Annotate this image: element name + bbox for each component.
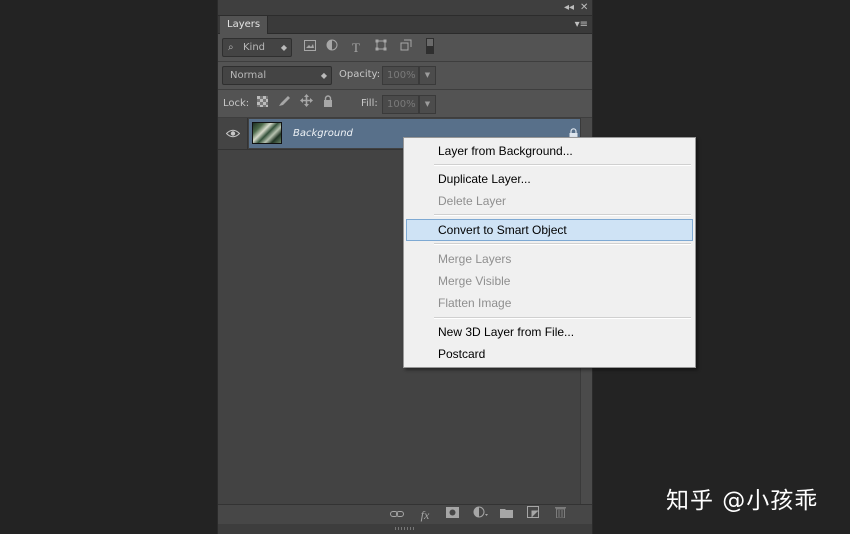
fill-slider-button[interactable]: ▼ <box>419 95 436 114</box>
menu-item-layer-from-background[interactable]: Layer from Background... <box>406 140 693 162</box>
image-filter-icon[interactable] <box>302 38 318 57</box>
panel-title-strip: ◂◂ ✕ <box>218 0 592 16</box>
trash-icon[interactable] <box>552 506 568 524</box>
watermark: 知乎 @小孩乖 <box>666 488 819 514</box>
fx-icon[interactable]: fx <box>417 506 433 524</box>
menu-item-flatten-image[interactable]: Flatten Image <box>406 292 693 314</box>
link-layers-icon[interactable] <box>389 506 405 524</box>
menu-item-new-3d-layer-from-file[interactable]: New 3D Layer from File... <box>406 321 693 343</box>
menu-item-duplicate-layer[interactable]: Duplicate Layer... <box>406 168 693 190</box>
opacity-label: Opacity: <box>339 69 381 80</box>
menu-item-convert-to-smart-object[interactable]: Convert to Smart Object <box>406 219 693 241</box>
layers-bottom-toolbar: fx <box>218 504 592 524</box>
filter-row: ⌕ Kind ◆ T <box>218 34 592 62</box>
collapse-panel-icon[interactable]: ◂◂ <box>564 1 574 15</box>
new-layer-icon[interactable] <box>525 506 541 524</box>
menu-item-merge-layers[interactable]: Merge Layers <box>406 248 693 270</box>
filter-toggle-icon[interactable] <box>422 38 438 60</box>
kind-filter-label: Kind <box>243 42 266 53</box>
menu-separator <box>434 214 691 216</box>
menu-item-postcard[interactable]: Postcard <box>406 343 693 365</box>
menu-item-merge-visible[interactable]: Merge Visible <box>406 270 693 292</box>
blend-mode-dropdown[interactable]: Normal ◆ <box>222 66 332 85</box>
grip-dots <box>395 527 415 530</box>
menu-separator <box>434 164 691 166</box>
visibility-toggle[interactable] <box>218 118 248 149</box>
adjustment-filter-icon[interactable] <box>324 38 340 57</box>
lock-label: Lock: <box>223 98 250 109</box>
lock-transparent-pixels-icon[interactable] <box>254 94 270 113</box>
menu-separator <box>434 243 691 245</box>
chevron-updown-icon: ◆ <box>320 71 327 80</box>
fill-label: Fill: <box>361 98 378 109</box>
eye-icon <box>226 129 240 138</box>
lock-position-icon[interactable] <box>298 94 314 113</box>
tab-layers[interactable]: Layers <box>220 16 269 34</box>
blend-row: Normal ◆ Opacity: 100% ▼ <box>218 62 592 90</box>
lock-image-pixels-icon[interactable] <box>276 94 292 113</box>
shape-filter-icon[interactable] <box>373 38 389 57</box>
layer-thumbnail <box>252 122 282 144</box>
lock-all-icon[interactable] <box>320 94 336 113</box>
menu-item-delete-layer[interactable]: Delete Layer <box>406 190 693 212</box>
blend-mode-value: Normal <box>230 70 267 81</box>
close-panel-icon[interactable]: ✕ <box>580 1 588 15</box>
adjustment-layer-icon[interactable] <box>472 506 488 524</box>
new-group-icon[interactable] <box>498 506 514 524</box>
layer-name: Background <box>293 128 353 139</box>
opacity-input[interactable]: 100% <box>382 66 419 85</box>
search-icon: ⌕ <box>228 42 234 53</box>
panel-menu-icon[interactable]: ▾≡ <box>575 17 588 33</box>
panel-resize-grip[interactable] <box>218 524 592 534</box>
layer-context-menu: Layer from Background... Duplicate Layer… <box>403 137 696 368</box>
smart-object-filter-icon[interactable] <box>398 38 414 57</box>
kind-filter-dropdown[interactable]: ⌕ Kind ◆ <box>222 38 292 57</box>
add-mask-icon[interactable] <box>444 506 460 524</box>
lock-row: Lock: Fill: 100% ▼ <box>218 90 592 118</box>
menu-separator <box>434 317 691 319</box>
panel-tab-bar: Layers ▾≡ <box>218 16 592 34</box>
chevron-updown-icon: ◆ <box>280 43 287 52</box>
opacity-slider-button[interactable]: ▼ <box>419 66 436 85</box>
type-filter-icon[interactable]: T <box>348 38 364 57</box>
fill-input[interactable]: 100% <box>382 95 419 114</box>
